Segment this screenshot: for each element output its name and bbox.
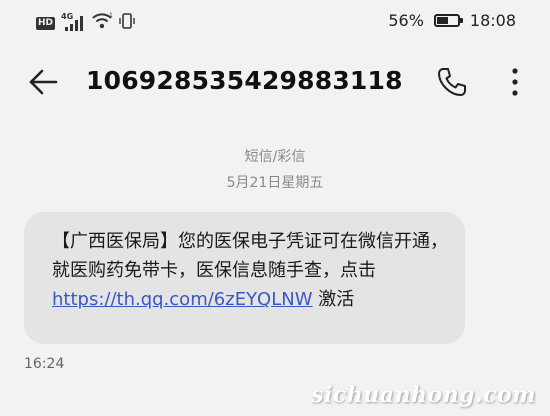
status-bar: HD 4G 1 56% 18:08 [0,0,550,46]
message-text: 【广西医保局】您的医保电子凭证可在微信开通，就医购药免带卡，医保信息随手查，点击 [52,231,448,281]
message-text-end: 激活 [312,289,355,310]
message-link[interactable]: https://th.qq.com/6zEYQLNW [52,289,313,310]
network-label: 4G [61,12,74,21]
hd-badge: HD [36,16,56,30]
signal-icon: 4G [61,12,85,32]
conversation-header: 1069285354298831­18 [0,50,550,114]
more-vertical-icon [512,68,518,96]
wifi-icon: 1 [91,12,113,34]
contact-number-title: 1069285354298831­18 [86,66,403,95]
status-left: HD 4G 1 [36,12,135,34]
message-time: 16:24 [24,356,65,372]
thread-type-label: 短信/彩信 [244,149,306,165]
battery-fill [436,17,448,24]
back-button[interactable] [26,64,62,100]
battery-percent: 56% [388,11,424,30]
call-button[interactable] [434,64,470,100]
phone-icon [438,68,466,96]
clock: 18:08 [469,11,516,30]
more-options-button[interactable] [500,64,530,100]
svg-text:1: 1 [109,12,113,19]
status-right: 56% 18:08 [388,11,516,30]
back-arrow-icon [29,69,58,95]
watermark: sichuanhong.com [311,382,536,408]
battery-icon [433,14,463,27]
thread-date-label: 5月21日星期五 [226,175,324,191]
message-bubble[interactable]: 【广西医保局】您的医保电子凭证可在微信开通，就医购药免带卡，医保信息随手查，点击… [24,212,465,344]
vibrate-icon [119,12,135,34]
